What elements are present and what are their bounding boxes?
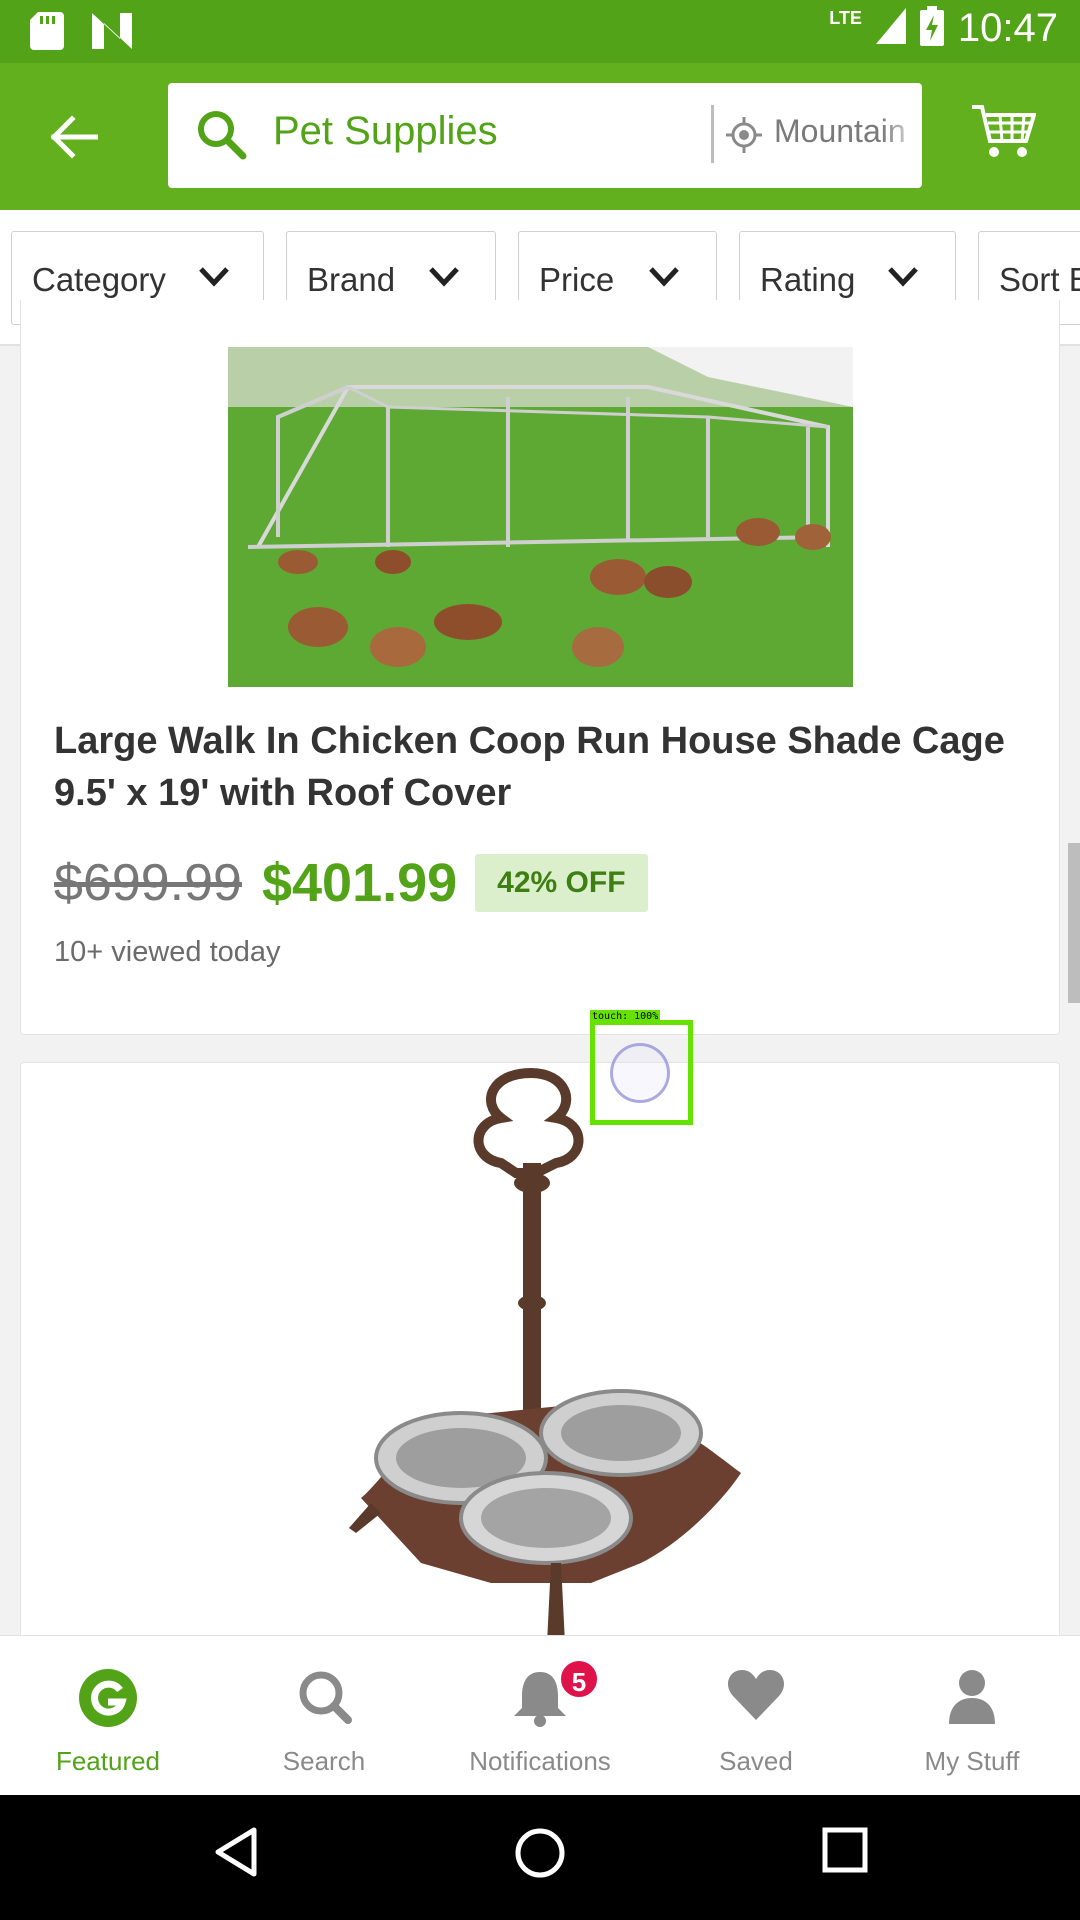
location-icon — [726, 117, 762, 158]
cart-icon — [972, 105, 1037, 157]
system-navigation-bar — [0, 1795, 1080, 1920]
heart-icon — [727, 1668, 785, 1727]
touch-indicator-circle — [610, 1043, 670, 1103]
app-root: LTE 10:47 Pet Supplies Mountain View — [0, 0, 1080, 1920]
recents-square-icon[interactable] — [822, 1827, 868, 1878]
sd-card-icon — [30, 12, 64, 55]
search-icon — [196, 109, 248, 166]
clock: 10:47 — [957, 6, 1058, 50]
chevron-down-icon — [888, 267, 918, 287]
sale-price: $401.99 — [261, 853, 458, 913]
search-bar[interactable]: Pet Supplies Mountain View — [168, 83, 922, 188]
person-icon — [947, 1668, 997, 1729]
viewed-count: 10+ viewed today — [54, 936, 281, 968]
chevron-down-icon — [429, 267, 459, 287]
bottom-navigation: Featured Search 5 Notifications Saved My… — [0, 1635, 1080, 1795]
nav-saved[interactable]: Saved — [648, 1636, 864, 1796]
battery-charging-icon — [919, 6, 944, 51]
nav-search[interactable]: Search — [216, 1636, 432, 1796]
back-triangle-icon[interactable] — [214, 1827, 258, 1882]
n-logo-icon — [92, 13, 132, 54]
original-price: $699.99 — [54, 854, 242, 912]
status-bar: LTE 10:47 — [0, 0, 1080, 63]
home-circle-icon[interactable] — [514, 1827, 566, 1884]
nav-featured[interactable]: Featured — [0, 1636, 216, 1796]
discount-badge: 42% OFF — [475, 854, 648, 912]
arrow-left-icon — [50, 115, 98, 159]
search-icon — [296, 1668, 352, 1729]
back-button[interactable] — [44, 107, 104, 167]
pet-bowl-stand-image[interactable] — [341, 1063, 761, 1661]
search-divider — [711, 105, 714, 163]
signal-icon — [875, 8, 906, 49]
product-title[interactable]: Large Walk In Chicken Coop Run House Sha… — [54, 715, 1014, 819]
chevron-down-icon — [649, 267, 679, 287]
network-type: LTE — [829, 8, 862, 28]
chevron-down-icon — [199, 267, 229, 287]
scrollbar-thumb[interactable] — [1068, 843, 1080, 1003]
nav-my-stuff[interactable]: My Stuff — [864, 1636, 1080, 1796]
chicken-coop-image[interactable] — [228, 347, 853, 687]
product-card[interactable] — [20, 1062, 1060, 1662]
groupon-g-icon — [78, 1668, 138, 1733]
app-header: Pet Supplies Mountain View — [0, 63, 1080, 210]
search-query[interactable]: Pet Supplies — [273, 109, 498, 154]
price-row: $699.99 $401.99 42% OFF — [54, 852, 648, 914]
nav-notifications[interactable]: 5 Notifications — [432, 1636, 648, 1796]
product-card[interactable]: Large Walk In Chicken Coop Run House Sha… — [20, 300, 1060, 1035]
cart-button[interactable] — [972, 103, 1037, 164]
notification-badge: 5 — [558, 1658, 600, 1700]
